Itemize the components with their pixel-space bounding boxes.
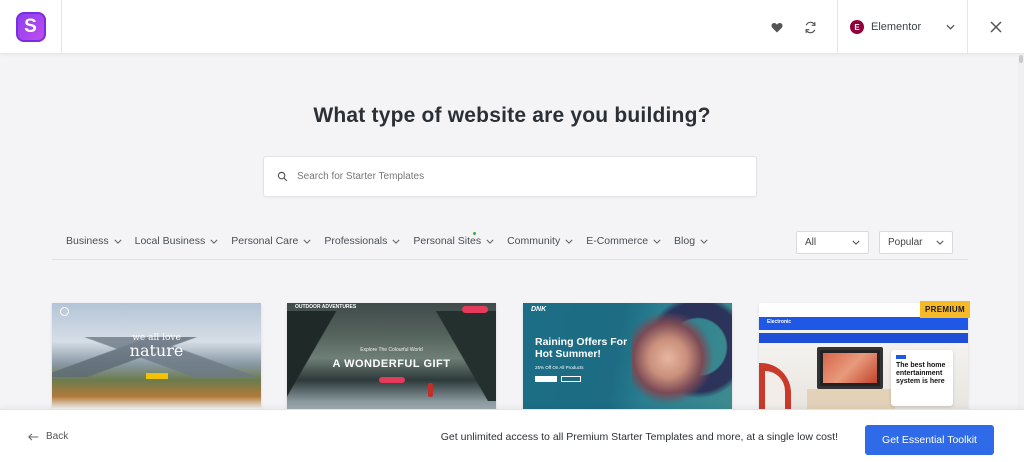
template-brand: DNK <box>531 306 547 313</box>
top-bar: S E Elementor <box>0 0 1024 54</box>
category-label: Blog <box>674 235 696 247</box>
category-label: Local Business <box>134 235 206 247</box>
search-icon <box>277 171 288 182</box>
refresh-icon <box>805 21 815 33</box>
tv-stand <box>807 389 895 409</box>
chevron-down-icon <box>565 239 573 244</box>
search-input[interactable] <box>297 171 743 182</box>
category-e-commerce[interactable]: E-Commerce <box>586 235 661 247</box>
tv-screen <box>823 353 877 383</box>
category-personal-sites[interactable]: Personal Sites <box>413 232 494 247</box>
chevron-down-icon <box>486 239 494 244</box>
chevron-down-icon <box>303 239 311 244</box>
arrow-left-icon <box>28 432 39 441</box>
template-card[interactable]: Electronic The best home entertainment s… <box>759 303 968 413</box>
category-filter-bar: Business Local Business Personal Care Pr… <box>66 232 721 247</box>
premium-badge: PREMIUM <box>920 301 970 318</box>
heart-icon <box>771 22 783 32</box>
elementor-icon: E <box>850 20 864 34</box>
template-tagline: Explore The Colourful World <box>360 347 423 353</box>
headline-line-1: Raining Offers For <box>535 336 628 348</box>
category-label: Business <box>66 235 109 247</box>
sync-library-button[interactable] <box>799 0 821 54</box>
tv-image <box>817 347 883 389</box>
template-brand: OUTDOOR ADVENTURES <box>295 304 357 310</box>
category-personal-care[interactable]: Personal Care <box>231 235 311 247</box>
category-community[interactable]: Community <box>507 235 573 247</box>
category-label: Professionals <box>324 235 388 247</box>
chevron-down-icon <box>852 240 860 245</box>
chevron-down-icon <box>946 24 955 30</box>
category-label: Personal Sites <box>413 235 482 247</box>
category-label: E-Commerce <box>586 235 649 247</box>
logo-cell: S <box>0 0 62 54</box>
category-professionals[interactable]: Professionals <box>324 235 400 247</box>
back-label: Back <box>46 431 69 442</box>
template-hero-button-outline <box>561 376 581 382</box>
template-hero-button <box>146 373 168 379</box>
template-logo <box>60 307 69 316</box>
template-menu <box>759 333 968 343</box>
template-card[interactable]: OUTDOOR ADVENTURES Explore The Colourful… <box>287 303 496 413</box>
info-logo <box>896 355 906 359</box>
template-card[interactable]: we all love nature <box>52 303 261 413</box>
back-button[interactable]: Back <box>28 410 68 462</box>
chevron-down-icon <box>392 239 400 244</box>
category-local-business[interactable]: Local Business <box>135 235 219 247</box>
template-headline: Raining Offers For Hot Summer! <box>535 336 627 360</box>
template-hero-button <box>535 376 557 382</box>
cliff-shape <box>287 311 357 401</box>
template-hero-big-text: nature <box>129 341 184 360</box>
promo-text: Get unlimited access to all Premium Star… <box>440 430 838 443</box>
template-hero-button <box>379 377 405 383</box>
headline-line-2: Hot Summer! <box>535 348 601 360</box>
filter-divider <box>52 259 968 260</box>
scrollbar-thumb[interactable] <box>1019 55 1023 63</box>
category-label: Personal Care <box>231 235 299 247</box>
search-box[interactable] <box>263 156 757 197</box>
template-headline: A WONDERFUL GIFT <box>332 358 451 370</box>
template-type-value: All <box>805 237 817 248</box>
category-business[interactable]: Business <box>66 235 122 247</box>
chevron-down-icon <box>653 239 661 244</box>
get-essential-toolkit-button[interactable]: Get Essential Toolkit <box>865 425 994 455</box>
chevron-down-icon <box>936 240 944 245</box>
chevron-down-icon <box>210 239 218 244</box>
favorites-button[interactable] <box>766 0 788 54</box>
sort-select[interactable]: Popular <box>879 231 953 254</box>
person-figure <box>428 383 433 397</box>
chevron-down-icon <box>700 239 708 244</box>
template-card[interactable]: DNK Raining Offers For Hot Summer! 25% Of… <box>523 303 732 413</box>
close-icon <box>990 21 1002 33</box>
template-info-box: The best home entertainment system is he… <box>891 350 953 406</box>
page-builder-select[interactable]: E Elementor <box>837 0 968 54</box>
page-builder-label: Elementor <box>871 21 922 33</box>
category-blog[interactable]: Blog <box>674 235 708 247</box>
face-shape <box>632 313 722 413</box>
chevron-down-icon <box>114 239 122 244</box>
template-subtext: 25% Off On All Products <box>535 365 584 370</box>
page-title: What type of website are you building? <box>313 104 711 127</box>
starter-templates-logo: S <box>15 12 46 42</box>
info-title: The best home entertainment system is he… <box>896 362 946 385</box>
scrollbar[interactable] <box>1018 54 1024 409</box>
template-nav-button <box>462 306 488 313</box>
category-label: Community <box>507 235 561 247</box>
sort-value: Popular <box>888 237 923 248</box>
template-brand: Electronic <box>767 319 792 325</box>
close-button[interactable] <box>968 0 1024 54</box>
template-type-select[interactable]: All <box>796 231 869 254</box>
